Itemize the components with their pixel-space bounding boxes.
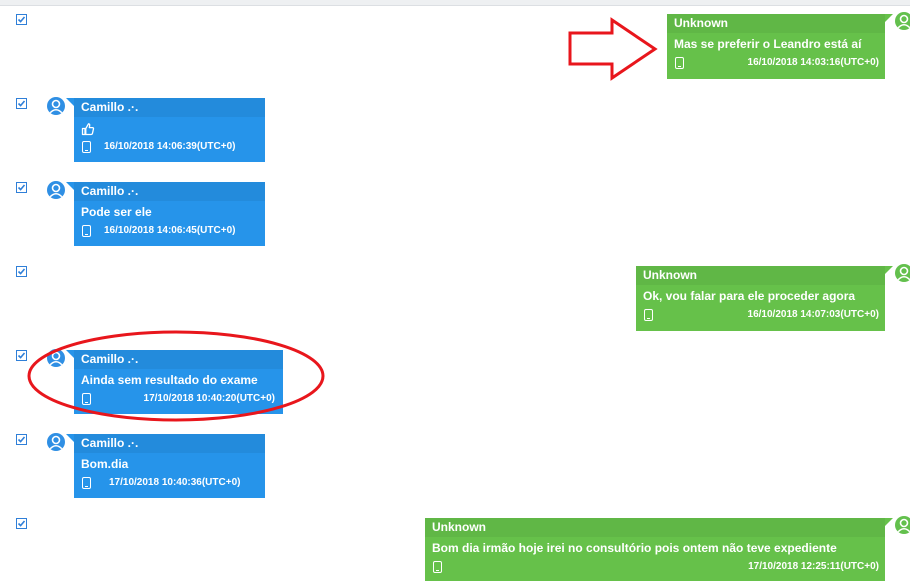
message-bubble[interactable]: Unknown Bom dia irmão hoje irei no consu… (425, 518, 885, 581)
user-avatar-icon (47, 349, 65, 367)
user-avatar-icon (895, 516, 910, 534)
message-meta: 17/10/2018 10:40:20(UTC+0) (74, 389, 283, 409)
message-bubble[interactable]: Camillo .·. Ainda sem resultado do exame… (74, 350, 283, 414)
message-bubble[interactable]: Camillo .·. Pode ser ele 16/10/2018 14:0… (74, 182, 265, 246)
user-avatar-icon (47, 433, 65, 451)
message-timestamp: 17/10/2018 12:25:11(UTC+0) (748, 561, 879, 572)
message-text: Pode ser ele (81, 205, 152, 219)
phone-icon (82, 477, 91, 489)
message-bubble[interactable]: Camillo .·. Bom.dia 17/10/2018 10:40:36(… (74, 434, 265, 498)
message-meta: 16/10/2018 14:07:03(UTC+0) (636, 305, 885, 325)
bubble-tail (885, 14, 893, 22)
message-timestamp: 17/10/2018 10:40:36(UTC+0) (109, 477, 241, 488)
sender-name: Camillo .·. (74, 350, 283, 369)
message-bubble[interactable]: Camillo .·. 16/10/2018 14:06:39(UTC+0) (74, 98, 265, 162)
sender-name: Unknown (667, 14, 885, 33)
message-timestamp: 17/10/2018 10:40:20(UTC+0) (143, 393, 275, 404)
select-checkbox[interactable] (16, 434, 27, 445)
bubble-tail (885, 518, 893, 526)
sender-name: Unknown (636, 266, 885, 285)
message-text: Ok, vou falar para ele proceder agora (643, 289, 856, 303)
user-avatar-icon (895, 264, 910, 282)
user-avatar-icon (47, 97, 65, 115)
message-meta: 16/10/2018 14:03:16(UTC+0) (667, 53, 885, 73)
bubble-tail (66, 98, 74, 106)
user-avatar-icon (895, 12, 910, 30)
message-meta: 16/10/2018 14:06:39(UTC+0) (74, 137, 265, 157)
bubble-tail (66, 434, 74, 442)
annotation-arrow (568, 17, 658, 81)
select-checkbox[interactable] (16, 350, 27, 361)
message-text: Mas se preferir o Leandro está aí (674, 37, 862, 51)
message-text: Bom dia irmão hoje irei no consultório p… (432, 541, 837, 555)
select-checkbox[interactable] (16, 14, 27, 25)
message-meta: 17/10/2018 10:40:36(UTC+0) (74, 473, 265, 493)
message-meta: 16/10/2018 14:06:45(UTC+0) (74, 221, 265, 241)
message-bubble[interactable]: Unknown Mas se preferir o Leandro está a… (667, 14, 885, 79)
sender-name: Camillo .·. (74, 182, 265, 201)
thumbs-up-icon (81, 122, 95, 135)
phone-icon (82, 225, 91, 237)
bubble-tail (66, 182, 74, 190)
select-checkbox[interactable] (16, 98, 27, 109)
message-text: Bom.dia (81, 457, 129, 471)
phone-icon (82, 141, 91, 153)
sender-name: Unknown (425, 518, 885, 537)
select-checkbox[interactable] (16, 266, 27, 277)
message-meta: 17/10/2018 12:25:11(UTC+0) (425, 557, 885, 577)
message-timestamp: 16/10/2018 14:03:16(UTC+0) (747, 57, 879, 68)
message-bubble[interactable]: Unknown Ok, vou falar para ele proceder … (636, 266, 885, 331)
select-checkbox[interactable] (16, 518, 27, 529)
message-text: Ainda sem resultado do exame (81, 373, 258, 387)
select-checkbox[interactable] (16, 182, 27, 193)
phone-icon (82, 393, 91, 405)
message-timestamp: 16/10/2018 14:06:45(UTC+0) (104, 225, 236, 236)
user-avatar-icon (47, 181, 65, 199)
message-timestamp: 16/10/2018 14:06:39(UTC+0) (104, 141, 236, 152)
message-text (74, 117, 265, 137)
phone-icon (675, 57, 684, 69)
sender-name: Camillo .·. (74, 98, 265, 117)
phone-icon (433, 561, 442, 573)
bubble-tail (885, 266, 893, 274)
top-border (0, 0, 910, 6)
message-timestamp: 16/10/2018 14:07:03(UTC+0) (747, 309, 879, 320)
phone-icon (644, 309, 653, 321)
sender-name: Camillo .·. (74, 434, 265, 453)
bubble-tail (66, 350, 74, 358)
